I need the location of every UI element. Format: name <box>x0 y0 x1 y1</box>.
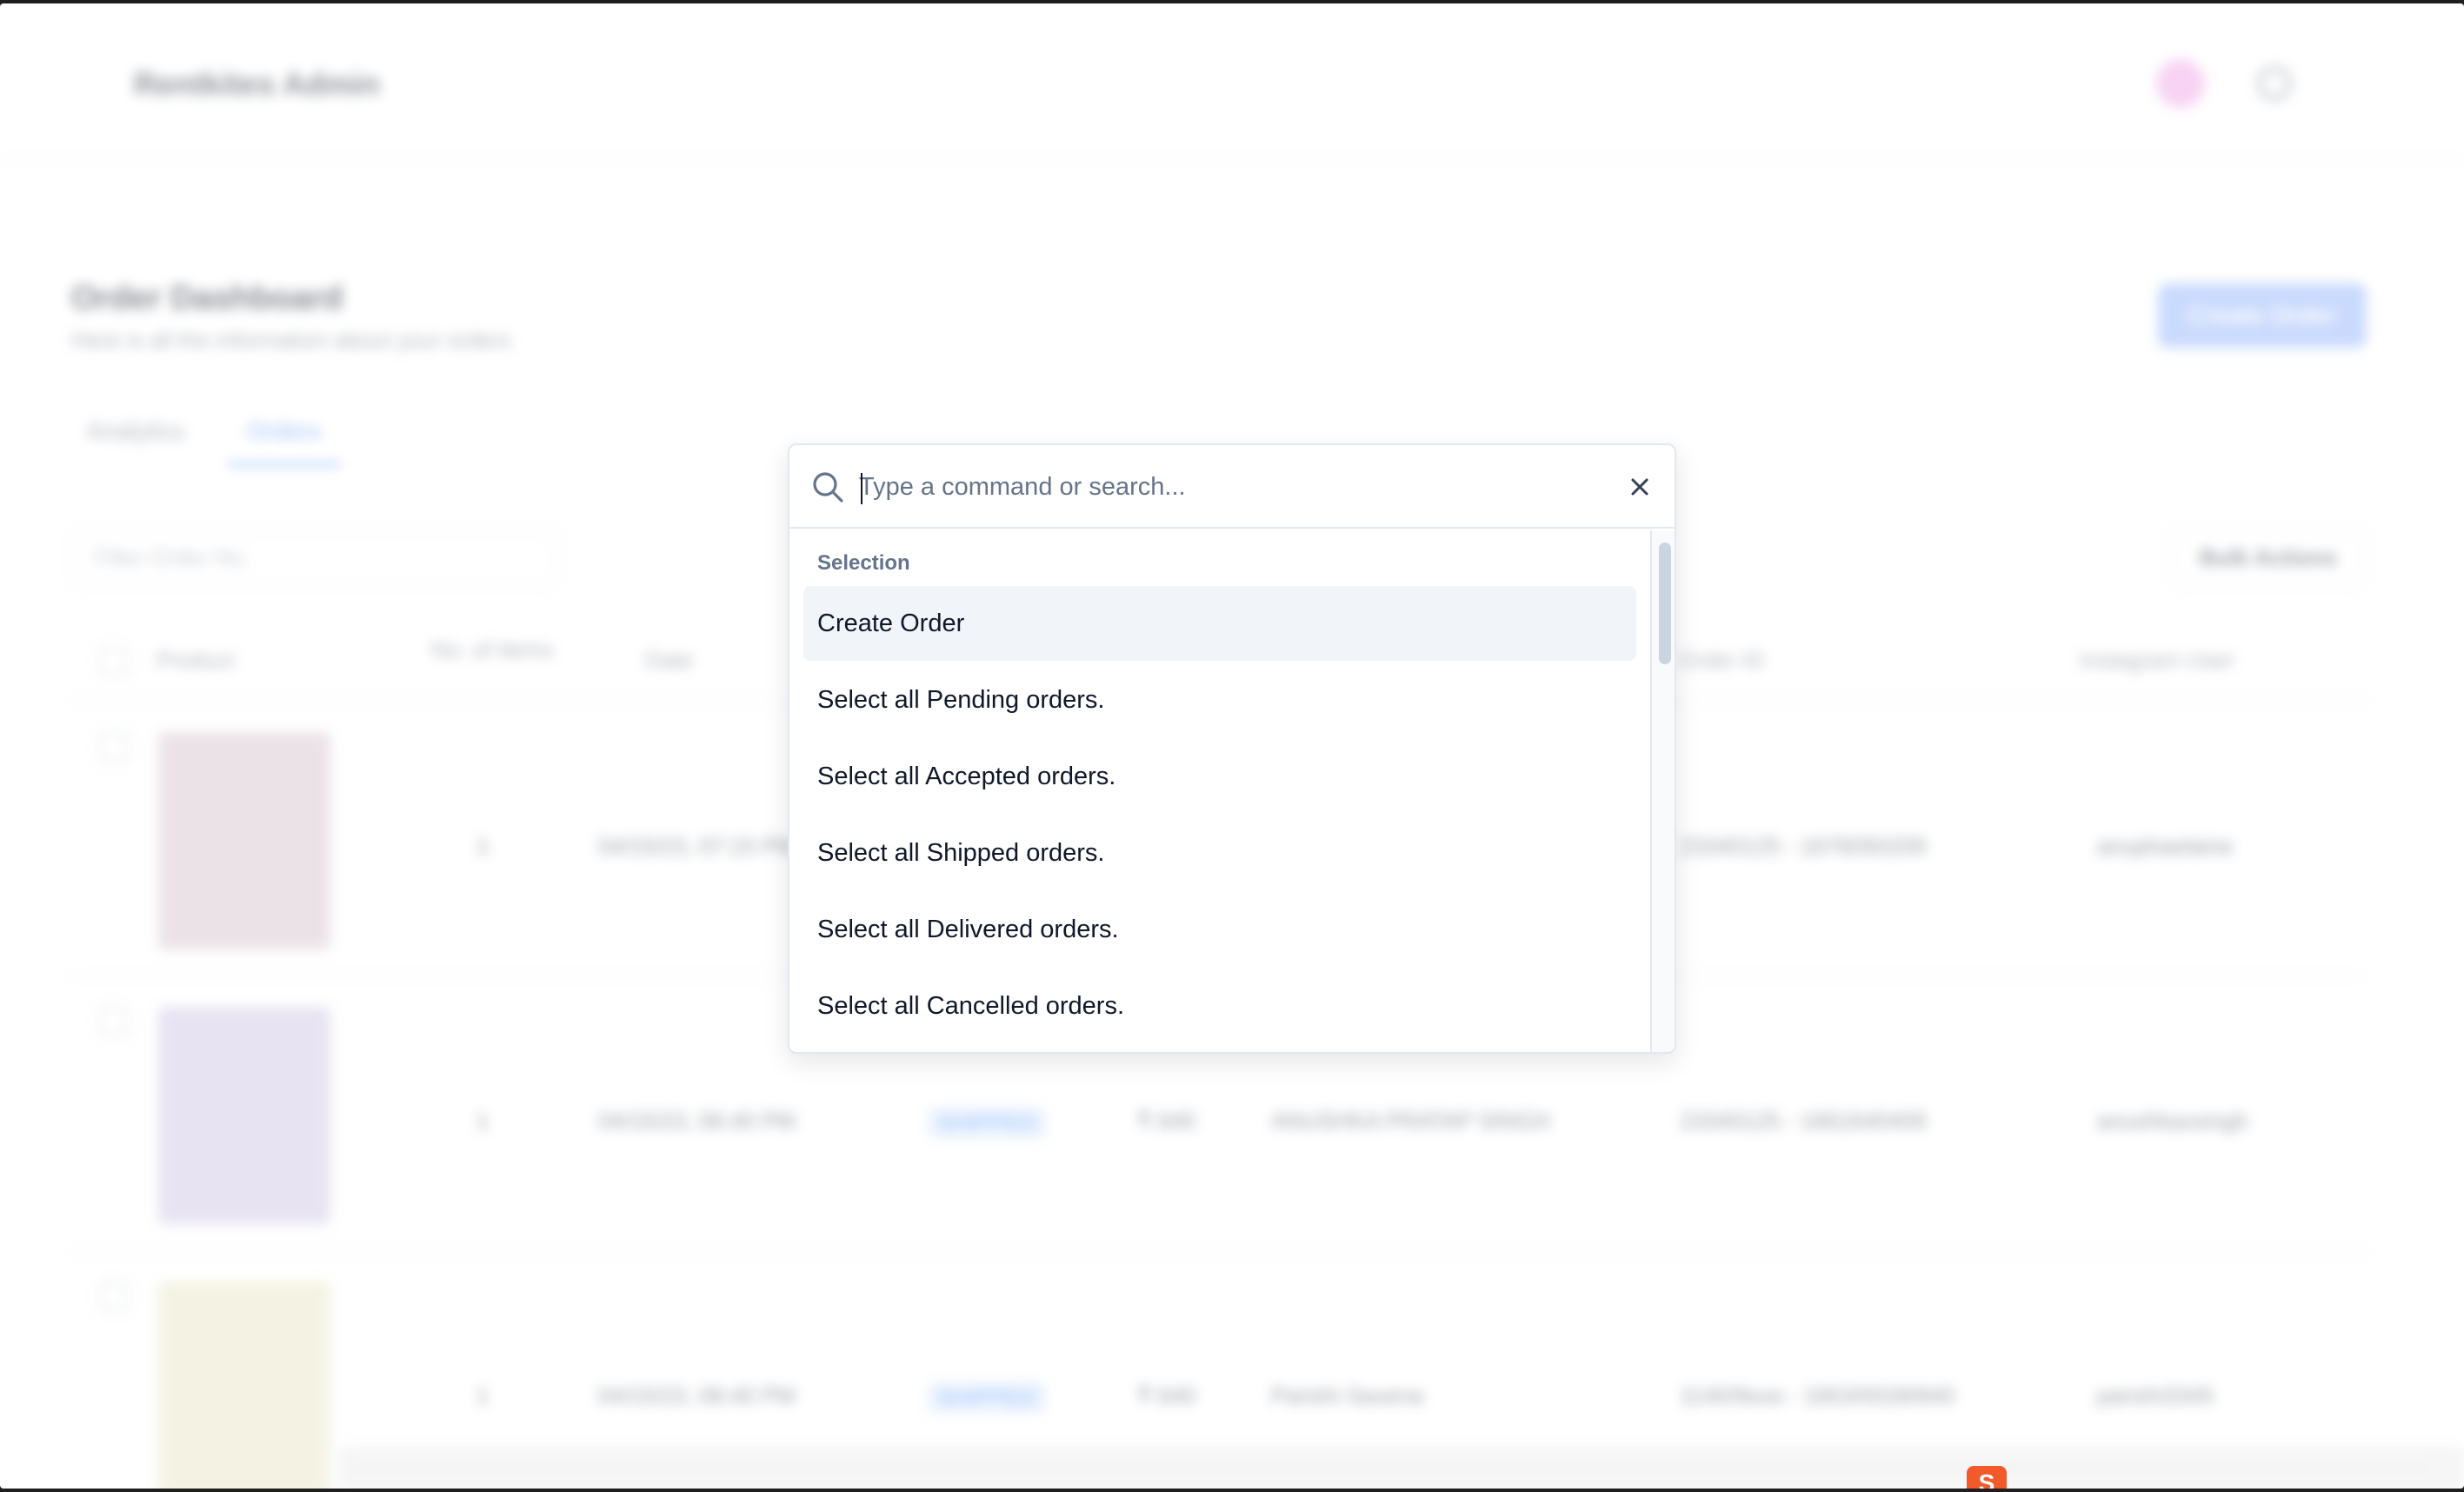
scrollbar-thumb[interactable] <box>1659 543 1671 664</box>
text-caret <box>861 473 862 504</box>
search-icon <box>813 472 843 503</box>
command-item-select-accepted[interactable]: Select all Accepted orders. <box>803 739 1636 814</box>
command-list-scrollbar[interactable] <box>1650 530 1675 1052</box>
close-icon[interactable] <box>1624 471 1655 503</box>
command-list: Selection Create Order Select all Pendin… <box>789 530 1650 1052</box>
command-item-select-pending[interactable]: Select all Pending orders. <box>803 663 1636 737</box>
group-heading-selection: Selection <box>817 551 910 575</box>
extension-badge-icon[interactable]: S <box>1967 1466 2007 1489</box>
command-item-create-order[interactable]: Create Order <box>803 586 1636 661</box>
command-item-select-cancelled[interactable]: Select all Cancelled orders. <box>803 969 1636 1043</box>
command-search-bar <box>789 445 1675 529</box>
command-palette: Selection Create Order Select all Pendin… <box>788 443 1676 1054</box>
command-item-select-shipped[interactable]: Select all Shipped orders. <box>803 816 1636 890</box>
app-window: Rentkites Admin Order Dashboard Here is … <box>0 3 2464 1489</box>
command-search-input[interactable] <box>859 463 1520 511</box>
command-item-select-delivered[interactable]: Select all Delivered orders. <box>803 892 1636 967</box>
